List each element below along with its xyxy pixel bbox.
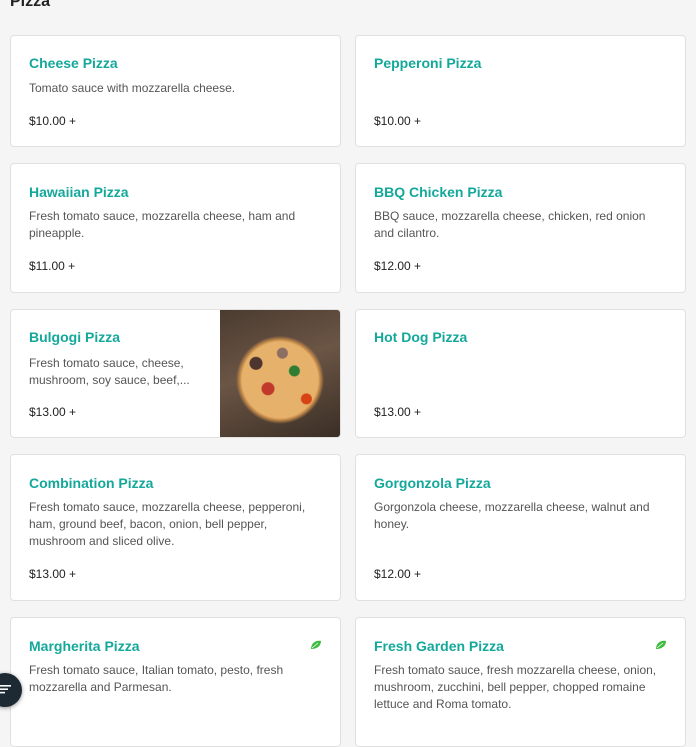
item-name: Hot Dog Pizza bbox=[374, 329, 468, 345]
menu-item-card[interactable]: Hawaiian Pizza Fresh tomato sauce, mozza… bbox=[10, 163, 341, 293]
item-description: Fresh tomato sauce, Italian tomato, pest… bbox=[29, 663, 284, 694]
item-name: Pepperoni Pizza bbox=[374, 55, 482, 71]
item-description: Fresh tomato sauce, fresh mozzarella che… bbox=[374, 663, 657, 711]
menu-item-card[interactable]: Combination Pizza Fresh tomato sauce, mo… bbox=[10, 454, 341, 601]
item-name: Hawaiian Pizza bbox=[29, 184, 129, 200]
item-description: Gorgonzola cheese, mozzarella cheese, wa… bbox=[374, 500, 650, 531]
item-price: $13.00 + bbox=[374, 405, 422, 419]
menu-item-card[interactable]: Fresh Garden Pizza Fresh tomato sauce, f… bbox=[355, 617, 686, 747]
section-title: Pizza bbox=[10, 0, 51, 10]
item-description: Fresh tomato sauce, cheese, mushroom, so… bbox=[29, 356, 190, 387]
item-price: $12.00 + bbox=[374, 259, 422, 273]
pizza-photo bbox=[220, 310, 340, 437]
menu-item-card[interactable]: Hot Dog Pizza $13.00 + bbox=[355, 309, 686, 438]
item-name: Fresh Garden Pizza bbox=[374, 638, 504, 654]
item-price: $11.00 + bbox=[29, 259, 76, 273]
vegetarian-leaf-icon bbox=[656, 640, 666, 649]
menu-item-card[interactable]: Margherita Pizza Fresh tomato sauce, Ita… bbox=[10, 617, 341, 747]
menu-item-card[interactable]: Cheese Pizza Tomato sauce with mozzarell… bbox=[10, 35, 341, 147]
item-name: Cheese Pizza bbox=[29, 55, 118, 71]
item-description: Fresh tomato sauce, mozzarella cheese, p… bbox=[29, 500, 306, 548]
item-price: $12.00 + bbox=[374, 567, 422, 581]
item-description: Fresh tomato sauce, mozzarella cheese, h… bbox=[29, 209, 296, 240]
item-name: Bulgogi Pizza bbox=[29, 329, 120, 345]
item-price: $13.00 + bbox=[29, 567, 77, 581]
item-name: Combination Pizza bbox=[29, 475, 154, 491]
item-price: $10.00 + bbox=[29, 114, 77, 128]
menu-item-card[interactable]: Pepperoni Pizza $10.00 + bbox=[355, 35, 686, 147]
item-price: $10.00 + bbox=[374, 114, 422, 128]
menu-item-card[interactable]: Gorgonzola Pizza Gorgonzola cheese, mozz… bbox=[355, 454, 686, 601]
filter-icon bbox=[0, 685, 11, 694]
item-name: Gorgonzola Pizza bbox=[374, 475, 491, 491]
item-description: BBQ sauce, mozzarella cheese, chicken, r… bbox=[374, 209, 646, 240]
item-name: BBQ Chicken Pizza bbox=[374, 184, 503, 200]
item-price: $13.00 + bbox=[29, 405, 77, 419]
item-name: Margherita Pizza bbox=[29, 638, 140, 654]
vegetarian-leaf-icon bbox=[311, 640, 321, 649]
menu-item-card[interactable]: Bulgogi Pizza Fresh tomato sauce, cheese… bbox=[10, 309, 341, 438]
menu-item-card[interactable]: BBQ Chicken Pizza BBQ sauce, mozzarella … bbox=[355, 163, 686, 293]
item-description: Tomato sauce with mozzarella cheese. bbox=[29, 81, 236, 95]
